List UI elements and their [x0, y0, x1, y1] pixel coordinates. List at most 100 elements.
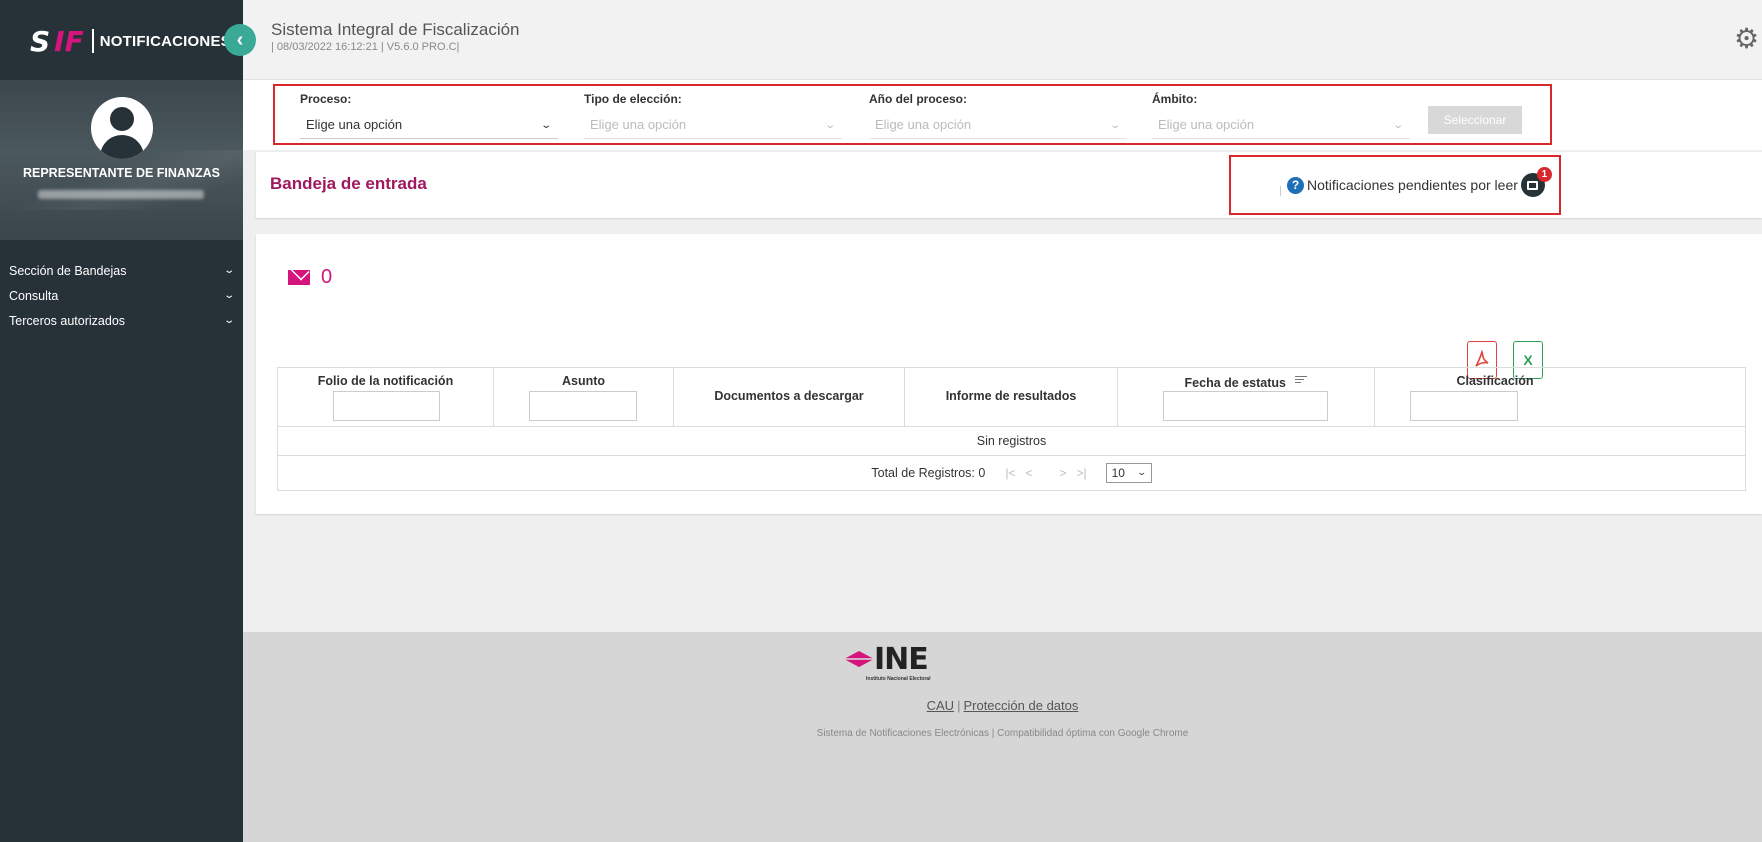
table-header: Folio de la notificación Asunto Document… — [278, 368, 1745, 427]
sidebar-item-label: Terceros autorizados — [9, 313, 126, 328]
filter-anio: Año del proceso: Elige una opción ⌄ — [869, 92, 1127, 139]
ine-logo-text: INE — [874, 642, 929, 677]
sidebar-item-terceros[interactable]: Terceros autorizados ⌄ — [0, 308, 243, 333]
column-label: Clasificación — [1456, 374, 1534, 388]
pending-notifications-link[interactable]: ? Notificaciones pendientes por leer 1 — [1287, 167, 1552, 197]
sidebar-item-bandejas[interactable]: Sección de Bandejas ⌄ — [0, 258, 243, 283]
sidebar-item-label: Sección de Bandejas — [9, 263, 127, 278]
message-icon[interactable]: 1 — [1520, 167, 1552, 197]
inbox-header: Bandeja de entrada ? Notificaciones pend… — [256, 152, 1762, 218]
ine-logo-subtitle: Instituto Nacional Electoral — [866, 676, 931, 682]
column-label: Informe de resultados — [945, 389, 1077, 403]
logo-if: IF — [54, 24, 84, 58]
sif-logo: S IF NOTIFICACIONES — [30, 24, 231, 58]
user-name-blurred — [38, 190, 204, 199]
collapse-sidebar-button[interactable]: ‹ — [224, 24, 256, 56]
filter-tipo: Tipo de elección: Elige una opción ⌄ — [584, 92, 842, 139]
filter-label: Ámbito: — [1152, 92, 1198, 106]
prev-page-icon[interactable]: < — [1025, 466, 1032, 480]
chevron-down-icon: ⌄ — [539, 120, 552, 131]
ine-diamond-icon — [844, 651, 874, 667]
pagination: Total de Registros: 0 |< < > >| 10 ⌄ — [278, 456, 1745, 490]
sidebar-nav: Sección de Bandejas ⌄ Consulta ⌄ Tercero… — [0, 258, 243, 333]
brand-divider — [91, 29, 94, 53]
notifications-table: Folio de la notificación Asunto Document… — [277, 367, 1746, 491]
chevron-down-icon: ⌄ — [222, 290, 235, 301]
divider — [1280, 186, 1281, 196]
column-documentos: Documentos a descargar — [674, 368, 905, 426]
chevron-down-icon: ⌄ — [222, 265, 235, 276]
gear-icon[interactable]: ⚙ — [1734, 25, 1760, 53]
sidebar-item-label: Consulta — [9, 288, 59, 303]
folio-filter-input[interactable] — [333, 391, 440, 421]
select-value: Elige una opción — [306, 117, 403, 132]
app-section-title: NOTIFICACIONES — [99, 32, 231, 50]
page-title: Sistema Integral de Fiscalización — [271, 20, 520, 39]
column-informe: Informe de resultados — [905, 368, 1118, 426]
select-button[interactable]: Seleccionar — [1428, 106, 1522, 134]
sidebar: S IF NOTIFICACIONES REPRESENTANTE DE FIN… — [0, 0, 243, 842]
clasificacion-filter-input[interactable] — [1410, 391, 1518, 421]
column-label: Asunto — [561, 374, 606, 388]
fecha-filter-input[interactable] — [1163, 391, 1328, 421]
privacy-link[interactable]: Protección de datos — [963, 698, 1078, 713]
inbox-title: Bandeja de entrada — [270, 174, 427, 193]
ambito-select[interactable]: Elige una opción ⌄ — [1152, 113, 1410, 139]
message-count: 0 — [288, 266, 332, 289]
pending-label: Notificaciones pendientes por leer — [1307, 177, 1518, 193]
chevron-down-icon: ⌄ — [222, 315, 235, 326]
chevron-down-icon: ⌄ — [1391, 120, 1404, 131]
help-icon[interactable]: ? — [1287, 176, 1304, 194]
session-info: | 08/03/2022 16:12:21 | V5.6.0 PRO.C| — [271, 41, 460, 53]
logo-s: S — [30, 24, 51, 58]
column-clasificacion: Clasificación — [1375, 368, 1745, 426]
sidebar-item-consulta[interactable]: Consulta ⌄ — [0, 283, 243, 308]
footer-links: CAU | Protección de datos — [243, 698, 1762, 713]
column-label: Documentos a descargar — [714, 389, 864, 403]
select-value: Elige una opción — [1158, 117, 1255, 132]
column-folio: Folio de la notificación — [278, 368, 494, 426]
filter-proceso: Proceso: Elige una opción ⌄ — [300, 92, 558, 139]
user-role: REPRESENTANTE DE FINANZAS — [22, 166, 220, 180]
filter-bar: Proceso: Elige una opción ⌄ Tipo de elec… — [243, 80, 1762, 150]
brand-header: S IF NOTIFICACIONES — [0, 0, 243, 80]
chevron-down-icon: ⌄ — [1108, 120, 1121, 131]
next-page-icon[interactable]: > — [1059, 466, 1066, 480]
footer-note: Sistema de Notificaciones Electrónicas |… — [816, 728, 1189, 739]
user-profile: REPRESENTANTE DE FINANZAS — [0, 80, 243, 240]
excel-icon: X — [1523, 352, 1533, 368]
page-size-value: 10 — [1111, 466, 1125, 480]
page-size-select[interactable]: 10 ⌄ — [1105, 463, 1152, 483]
pending-count-badge: 1 — [1536, 167, 1552, 182]
filter-label: Tipo de elección: — [584, 92, 682, 106]
proceso-select[interactable]: Elige una opción ⌄ — [300, 113, 558, 139]
asunto-filter-input[interactable] — [529, 391, 637, 421]
cau-link[interactable]: CAU — [927, 698, 954, 713]
last-page-icon[interactable]: >| — [1076, 466, 1086, 480]
filter-highlight: Proceso: Elige una opción ⌄ Tipo de elec… — [273, 84, 1552, 145]
footer: INE Instituto Nacional Electoral CAU | Pro… — [243, 632, 1762, 842]
pending-notifications: ? Notificaciones pendientes por leer 1 — [1229, 155, 1561, 215]
chevron-down-icon: ⌄ — [823, 120, 836, 131]
top-bar: Sistema Integral de Fiscalización | 08/0… — [243, 0, 1762, 80]
column-asunto: Asunto — [494, 368, 674, 426]
ine-logo: INE Instituto Nacional Electoral — [844, 642, 964, 682]
envelope-icon — [288, 270, 310, 285]
total-records: Total de Registros: 0 — [871, 466, 986, 480]
chevron-down-icon: ⌄ — [1136, 467, 1148, 477]
select-value: Elige una opción — [590, 117, 687, 132]
filter-label: Año del proceso: — [869, 92, 968, 106]
avatar-icon — [91, 97, 153, 159]
tipo-eleccion-select[interactable]: Elige una opción ⌄ — [584, 113, 842, 139]
chevron-left-icon: ‹ — [236, 28, 244, 51]
first-page-icon[interactable]: |< — [1005, 466, 1015, 480]
filter-ambito: Ámbito: Elige una opción ⌄ — [1152, 92, 1410, 139]
column-label: Folio de la notificación — [317, 374, 454, 388]
filter-label: Proceso: — [300, 92, 352, 106]
inbox-content: 0 X Folio de la notificación Asunto Docu… — [256, 234, 1762, 514]
anio-proceso-select[interactable]: Elige una opción ⌄ — [869, 113, 1127, 139]
select-value: Elige una opción — [875, 117, 972, 132]
empty-message: Sin registros — [278, 427, 1745, 456]
divider: | — [957, 698, 961, 713]
message-count-value: 0 — [321, 266, 333, 288]
